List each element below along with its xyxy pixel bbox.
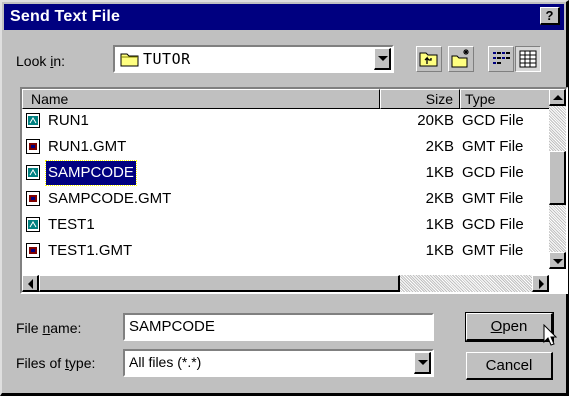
file-type: GMT File xyxy=(462,190,524,207)
file-row[interactable]: RUN1.GMT 2KB GMT File xyxy=(22,135,532,159)
file-row[interactable]: TEST1 1KB GCD File xyxy=(22,213,532,237)
file-type: GMT File xyxy=(462,138,524,155)
gcd-file-icon xyxy=(26,165,40,180)
scroll-left-button[interactable] xyxy=(22,275,39,292)
mouse-cursor-icon xyxy=(543,324,558,346)
window-title: Send Text File xyxy=(10,8,121,25)
horizontal-scroll-thumb[interactable] xyxy=(39,275,400,292)
up-folder-icon xyxy=(419,52,438,67)
list-view-button[interactable] xyxy=(488,46,514,72)
column-header-name[interactable]: Name xyxy=(22,89,380,109)
details-view-button[interactable] xyxy=(515,46,541,72)
scroll-up-button[interactable] xyxy=(549,89,566,106)
file-row[interactable]: SAMPCODE.GMT 2KB GMT File xyxy=(22,187,532,211)
scroll-down-button[interactable] xyxy=(549,252,566,269)
file-list[interactable]: Name Size Type RUN1 20KB GCD File RUN1.GMT 2… xyxy=(20,87,568,294)
file-type: GMT File xyxy=(462,242,524,259)
gcd-file-icon xyxy=(26,113,40,128)
gcd-file-icon xyxy=(26,217,40,232)
file-size: 2KB xyxy=(425,138,454,155)
file-name: RUN1.GMT xyxy=(48,138,127,155)
vertical-scroll-thumb[interactable] xyxy=(549,151,566,205)
look-in-value: TUTOR xyxy=(143,50,191,68)
horizontal-scrollbar[interactable] xyxy=(22,275,549,292)
new-folder-icon xyxy=(451,49,469,68)
title-bar[interactable]: Send Text File ? xyxy=(4,4,564,30)
gmt-file-icon xyxy=(26,139,40,154)
file-row[interactable]: SAMPCODE 1KB GCD File xyxy=(22,160,532,186)
file-name: TEST1 xyxy=(48,216,95,233)
file-name-value: SAMPCODE xyxy=(129,318,215,335)
file-size: 1KB xyxy=(425,216,454,233)
send-text-file-dialog: Send Text File ? Look in: TUTOR Name Siz… xyxy=(0,0,569,396)
file-row[interactable]: RUN1 20KB GCD File xyxy=(22,109,532,133)
file-name: TEST1.GMT xyxy=(48,242,133,259)
open-button[interactable]: Open xyxy=(465,312,554,342)
file-name-label: File name: xyxy=(16,320,82,336)
folder-icon xyxy=(120,53,139,67)
column-header-type[interactable]: Type xyxy=(460,89,550,109)
file-name: RUN1 xyxy=(48,112,89,129)
files-of-type-dropdown-button[interactable] xyxy=(414,352,431,374)
column-header-size[interactable]: Size xyxy=(380,89,460,109)
gmt-file-icon xyxy=(26,191,40,206)
file-size: 2KB xyxy=(425,190,454,207)
look-in-label: Look in: xyxy=(16,53,66,69)
look-in-combo[interactable]: TUTOR xyxy=(113,45,394,73)
file-type: GCD File xyxy=(462,112,524,129)
file-size: 1KB xyxy=(425,164,454,181)
create-new-folder-button[interactable] xyxy=(448,46,474,72)
file-type: GCD File xyxy=(462,164,524,181)
list-view-icon xyxy=(493,52,510,64)
cancel-button[interactable]: Cancel xyxy=(466,352,553,380)
vertical-scrollbar[interactable] xyxy=(549,89,566,269)
look-in-dropdown-button[interactable] xyxy=(374,48,391,70)
files-of-type-value: All files (*.*) xyxy=(129,354,202,370)
file-name: SAMPCODE xyxy=(45,160,137,186)
files-of-type-combo[interactable]: All files (*.*) xyxy=(123,349,434,377)
gmt-file-icon xyxy=(26,243,40,258)
help-button[interactable]: ? xyxy=(540,7,560,25)
up-one-level-button[interactable] xyxy=(416,46,442,72)
file-size: 1KB xyxy=(425,242,454,259)
file-type: GCD File xyxy=(462,216,524,233)
files-of-type-label: Files of type: xyxy=(16,355,96,371)
details-view-icon xyxy=(519,50,537,68)
file-name: SAMPCODE.GMT xyxy=(48,190,172,207)
scroll-right-button[interactable] xyxy=(532,275,549,292)
file-name-input[interactable]: SAMPCODE xyxy=(123,313,434,341)
file-row[interactable]: TEST1.GMT 1KB GMT File xyxy=(22,239,532,263)
file-size: 20KB xyxy=(417,112,454,129)
